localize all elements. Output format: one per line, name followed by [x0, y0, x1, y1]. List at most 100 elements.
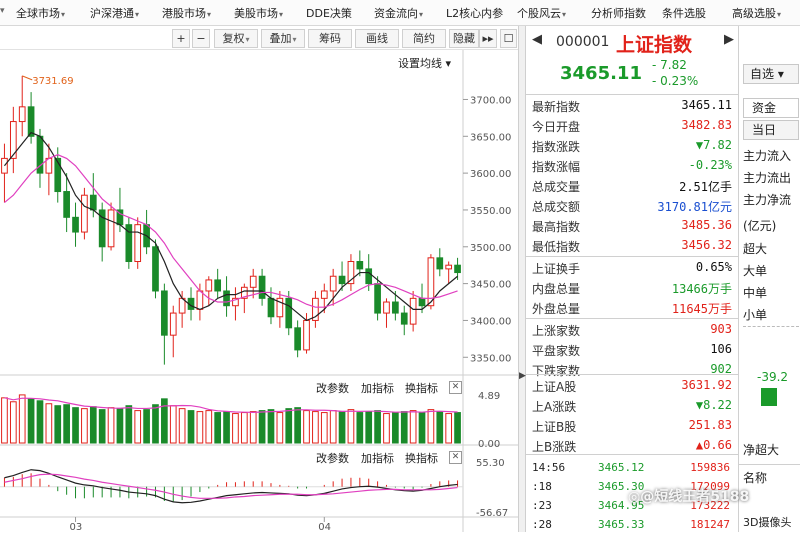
ind2-switch-indicator[interactable]: 换指标	[405, 450, 438, 466]
candle-body	[285, 297, 293, 329]
ma-setting-link[interactable]: 设置均线 ▾	[398, 55, 451, 71]
menu-condition-select[interactable]: 条件选股	[662, 5, 706, 21]
volume-bar	[249, 411, 257, 444]
quote-row: 上B涨跌 ▲0.66	[530, 436, 734, 455]
quote-row: 上证换手 0.65%	[530, 258, 734, 277]
volume-bar	[54, 405, 62, 444]
volume-bar	[329, 410, 337, 444]
quote-row: 指数涨幅 -0.23%	[530, 156, 734, 175]
quote-row: 最低指数 3456.32	[530, 236, 734, 255]
quote-row: 今日开盘 3482.83	[530, 116, 734, 135]
volume-bar	[116, 408, 124, 444]
window-toggle-icon[interactable]: ☐	[500, 29, 517, 48]
hide-button[interactable]: 隐藏	[449, 29, 479, 48]
menu-hk-market[interactable]: 港股市场	[162, 5, 211, 21]
candle-body	[418, 297, 426, 307]
concept-3d-camera[interactable]: 3D摄像头	[743, 514, 791, 530]
y-tick-label: 3350.00	[470, 353, 511, 364]
quote-label: 上B涨跌	[532, 440, 577, 454]
tick-row: :28 3465.33 181247	[530, 515, 734, 534]
size-medium-label: 中单	[743, 286, 768, 300]
volume-bar	[27, 398, 35, 444]
tick-volume: 159836	[690, 461, 730, 474]
quote-label: 上证A股	[532, 380, 577, 394]
menu-dde[interactable]: DDE决策	[306, 5, 352, 21]
volume-bar	[338, 411, 346, 444]
chips-button[interactable]: 筹码	[308, 29, 352, 48]
tick-time: 14:56	[532, 461, 566, 474]
quote-value: 903	[710, 322, 732, 336]
candle-body	[107, 209, 115, 248]
menu-hk-connect[interactable]: 沪深港通	[90, 5, 139, 21]
quote-row: 外盘总量 11645万手	[530, 298, 734, 317]
quote-row: 上A涨跌 ▼8.22	[530, 396, 734, 415]
ind1-edit-params[interactable]: 改参数	[316, 380, 349, 396]
overlay-button[interactable]: 叠加	[261, 29, 305, 48]
quote-value: 2.51亿手	[679, 180, 732, 194]
volume-bar	[223, 411, 230, 444]
candle-body	[169, 312, 177, 336]
menu-us-market[interactable]: 美股市场	[234, 5, 283, 21]
macd-tick-label: 55.30	[476, 458, 505, 469]
volume-bar	[303, 410, 310, 444]
ind1-close-icon[interactable]: ✕	[449, 381, 462, 394]
candle-body	[454, 264, 461, 274]
tab-today[interactable]: 当日	[743, 120, 799, 140]
volume-bar	[436, 411, 444, 444]
fund-flow-panel: 自选 ▾ 资金 当日 主力流入 主力流出 主力净流 (亿元) 超大 大单 中单 …	[738, 26, 800, 532]
candle-body	[436, 257, 444, 270]
volume-bar	[36, 400, 44, 444]
panel-splitter[interactable]: ▶	[518, 26, 526, 532]
tick-time: :28	[532, 518, 552, 531]
tab-fund[interactable]: 资金	[743, 98, 799, 118]
more-arrow-icon[interactable]: ▸▸	[479, 29, 497, 48]
menu-analyst-index[interactable]: 分析师指数	[591, 5, 646, 21]
menu-fund-flow[interactable]: 资金流向	[374, 5, 423, 21]
volume-bar	[347, 409, 355, 444]
quote-label: 总成交额	[532, 200, 581, 214]
candle-body	[294, 327, 301, 351]
draw-line-button[interactable]: 画线	[355, 29, 399, 48]
volume-bar	[134, 410, 142, 444]
menu-caret-icon[interactable]: ▾	[0, 6, 5, 16]
candle-body	[392, 301, 399, 314]
kline-chart[interactable]: 3700.00 3650.00 3600.00 3550.00 3500.00 3450.…	[0, 50, 522, 532]
zixuan-button[interactable]: 自选 ▾	[743, 64, 799, 84]
simple-mode-button[interactable]: 简约	[402, 29, 446, 48]
menu-advanced-select[interactable]: 高级选股	[732, 5, 781, 21]
volume-bar	[18, 394, 26, 444]
fuquan-button[interactable]: 复权	[214, 29, 258, 48]
net-flow-bar	[761, 388, 777, 406]
top-menu-bar: ▾ 全球市场 沪深港通 港股市场 美股市场 DDE决策 资金流向 L2核心内参 …	[0, 0, 800, 26]
volume-bar	[214, 412, 222, 444]
ind1-switch-indicator[interactable]: 换指标	[405, 380, 438, 396]
watermark-icon: ◎	[628, 489, 641, 505]
divider	[526, 94, 738, 95]
price-change: - 7.82	[652, 58, 687, 72]
volume-bar	[1, 397, 8, 444]
candle-body	[400, 312, 408, 325]
ind2-add-indicator[interactable]: 加指标	[361, 450, 394, 466]
zoom-in-button[interactable]: +	[172, 29, 190, 48]
volume-bar	[81, 408, 88, 444]
menu-stock-risk[interactable]: 个股风云	[517, 5, 566, 21]
divider	[739, 464, 800, 465]
next-stock-icon[interactable]: ▶	[724, 32, 734, 47]
ind1-add-indicator[interactable]: 加指标	[361, 380, 394, 396]
y-tick-label: 3700.00	[470, 95, 511, 106]
ind2-edit-params[interactable]: 改参数	[316, 450, 349, 466]
volume-bar	[285, 408, 293, 444]
y-tick-label: 3400.00	[470, 316, 511, 327]
net-super-label: 净超大	[743, 443, 780, 457]
prev-stock-icon[interactable]: ◀	[532, 32, 542, 47]
max-marker-label: 3731.69	[32, 76, 73, 87]
candle-body	[18, 106, 26, 123]
splitter-arrow-icon[interactable]: ▶	[519, 371, 526, 381]
menu-global-market[interactable]: 全球市场	[16, 5, 65, 21]
ind2-close-icon[interactable]: ✕	[449, 451, 462, 464]
quote-row: 最新指数 3465.11	[530, 96, 734, 115]
menu-l2-core[interactable]: L2核心内参	[446, 5, 503, 21]
volume-bar	[107, 407, 115, 444]
stock-code: 000001	[556, 34, 610, 50]
zoom-out-button[interactable]: −	[192, 29, 210, 48]
